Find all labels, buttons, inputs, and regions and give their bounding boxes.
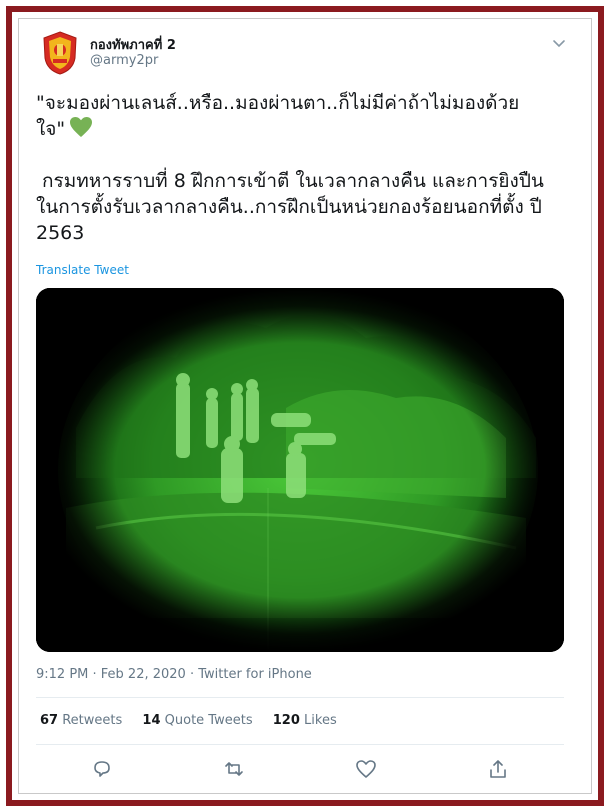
tweet-photo[interactable]: [36, 288, 564, 652]
green-heart-icon: [70, 117, 93, 137]
tweet-stats: 67 Retweets 14 Quote Tweets 120 Likes: [40, 713, 353, 728]
retweets-stat[interactable]: 67 Retweets: [40, 713, 122, 728]
likes-stat[interactable]: 120 Likes: [273, 713, 337, 728]
quote-tweets-count: 14: [142, 713, 161, 728]
share-icon[interactable]: [487, 758, 509, 780]
divider: [36, 744, 564, 745]
retweets-count: 67: [40, 713, 59, 728]
quote-tweets-stat[interactable]: 14 Quote Tweets: [142, 713, 252, 728]
retweets-label: Retweets: [62, 713, 123, 728]
divider: [36, 697, 564, 698]
avatar[interactable]: [41, 30, 79, 76]
like-icon[interactable]: [355, 758, 377, 780]
reply-icon[interactable]: [91, 758, 113, 780]
retweet-icon[interactable]: [223, 758, 245, 780]
tweet-text-line1: "จะมองผ่านเลนส์..หรือ..มองผ่านตา..ก็ไม่ม…: [36, 92, 520, 114]
likes-label: Likes: [304, 713, 337, 728]
translate-tweet-link[interactable]: Translate Tweet: [36, 263, 129, 277]
tweet-text-line2: ใจ": [36, 118, 66, 140]
chevron-down-icon[interactable]: [550, 34, 568, 52]
likes-count: 120: [272, 713, 300, 728]
night-vision-image: [36, 288, 564, 652]
action-bar: [22, 758, 572, 782]
tweet-timestamp[interactable]: 9:12 PM · Feb 22, 2020 · Twitter for iPh…: [36, 667, 312, 682]
tweet-card: กองทัพภาคที่ 2 @army2pr "จะมองผ่านเลนส์.…: [22, 22, 572, 792]
quote-tweets-label: Quote Tweets: [164, 713, 253, 728]
display-name[interactable]: กองทัพภาคที่ 2: [90, 34, 176, 55]
tweet-text-paragraph2: กรมทหารราบที่ 8 ฝึกการเข้าตี ในเวลากลางค…: [36, 170, 550, 244]
tweet-text: "จะมองผ่านเลนส์..หรือ..มองผ่านตา..ก็ไม่ม…: [36, 90, 566, 246]
user-handle[interactable]: @army2pr: [90, 53, 158, 68]
